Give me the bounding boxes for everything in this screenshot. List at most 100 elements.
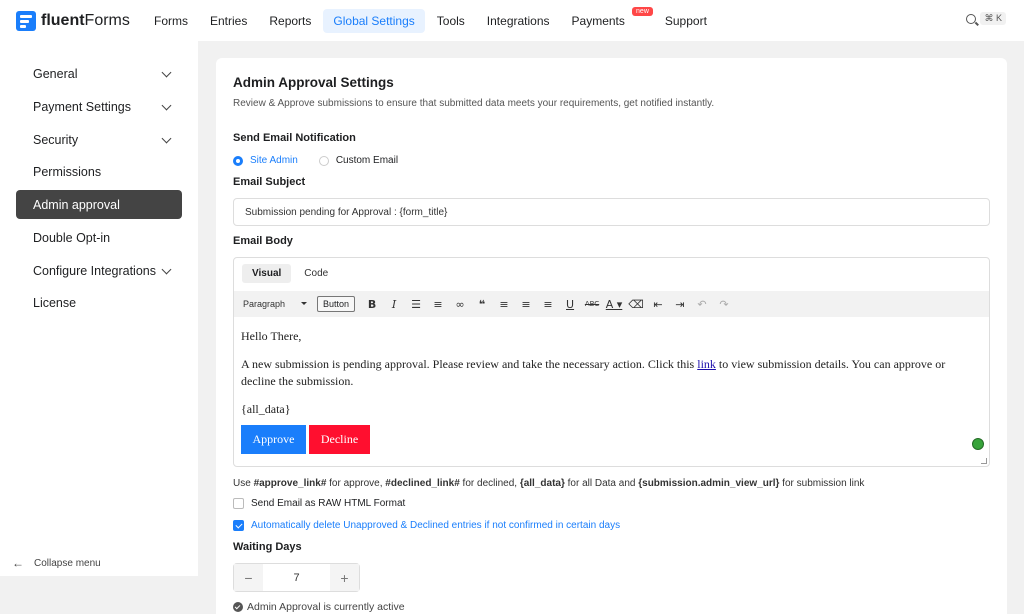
brand-name: fluentForms: [41, 11, 130, 29]
sidebar-item-label: Configure Integrations: [33, 263, 156, 278]
auto-delete-option[interactable]: Automatically delete Unapproved & Declin…: [233, 520, 620, 531]
raw-html-option[interactable]: Send Email as RAW HTML Format: [233, 498, 405, 509]
link-icon[interactable]: ∞: [449, 298, 471, 311]
custom-email-radio-label[interactable]: Custom Email: [336, 155, 398, 166]
nav-integrations[interactable]: Integrations: [477, 9, 560, 33]
bullet-list-icon[interactable]: ☰: [405, 298, 427, 311]
chevron-down-icon: [161, 100, 172, 111]
sidebar-item-admin-approval[interactable]: Admin approval: [16, 190, 182, 219]
editor-toolbar: Paragraph Button B I ☰ ≡ ∞ ❝ ≡ ≡ ≡ U ABC…: [234, 291, 989, 317]
sidebar-item-label: License: [33, 295, 77, 310]
strikethrough-icon[interactable]: ABC: [581, 300, 603, 308]
sidebar-item-label: Security: [33, 132, 79, 147]
sidebar-item-payment-settings[interactable]: Payment Settings: [16, 92, 182, 121]
send-email-label: Send Email Notification: [233, 132, 356, 144]
sidebar-item-label: Admin approval: [33, 197, 120, 212]
waiting-days-input[interactable]: 7: [263, 572, 330, 584]
sidebar-item-permissions[interactable]: Permissions: [16, 157, 182, 186]
blockquote-icon[interactable]: ❝: [471, 298, 493, 311]
align-left-icon[interactable]: ≡: [493, 298, 515, 311]
sidebar-item-label: General: [33, 66, 78, 81]
format-select-value: Paragraph: [243, 299, 286, 309]
collapse-menu-label: Collapse menu: [34, 557, 101, 569]
sidebar-item-label: Permissions: [33, 164, 102, 179]
brand-logo[interactable]: fluentForms: [16, 10, 144, 31]
insert-button-label: Button: [323, 299, 350, 309]
paragraph-format-select[interactable]: Paragraph: [238, 295, 312, 313]
arrow-left-icon: ←: [12, 556, 24, 570]
clear-formatting-icon[interactable]: ⌫: [625, 298, 647, 311]
align-center-icon[interactable]: ≡: [515, 298, 537, 311]
nav-reports[interactable]: Reports: [259, 9, 321, 33]
undo-icon[interactable]: ↶: [691, 298, 713, 311]
grammar-check-icon[interactable]: [972, 438, 984, 450]
insert-button-button[interactable]: Button: [317, 296, 356, 312]
sidebar-item-license[interactable]: License: [16, 288, 182, 317]
site-admin-radio-label[interactable]: Site Admin: [250, 155, 298, 166]
submission-link[interactable]: link: [697, 357, 716, 371]
chevron-down-icon: [161, 67, 172, 78]
nav-entries[interactable]: Entries: [200, 9, 257, 33]
decline-button[interactable]: Decline: [309, 425, 370, 454]
email-subject-value: Submission pending for Approval : {form_…: [245, 206, 448, 218]
nav-global-settings[interactable]: Global Settings: [323, 8, 425, 33]
nav-payments-label: Payments: [571, 13, 625, 28]
shortcut-hint: ⌘ K: [980, 12, 1006, 25]
custom-email-radio[interactable]: [318, 155, 329, 166]
status-text: Admin Approval is currently active: [247, 601, 405, 613]
email-action-buttons: Approve Decline: [241, 425, 981, 454]
decrement-button[interactable]: −: [234, 564, 263, 591]
settings-sidebar: General Payment Settings Security Permis…: [0, 41, 198, 576]
waiting-days-label: Waiting Days: [233, 541, 302, 553]
check-circle-icon: [233, 602, 243, 612]
page-description: Review & Approve submissions to ensure t…: [233, 98, 715, 109]
resize-handle-icon[interactable]: [981, 458, 987, 464]
editor-tabs: Visual Code: [242, 264, 338, 283]
command-search-button[interactable]: ⌘ K: [966, 12, 1006, 25]
sidebar-item-general[interactable]: General: [16, 59, 182, 88]
new-badge: new: [632, 6, 653, 16]
bold-icon[interactable]: B: [361, 298, 383, 311]
auto-delete-checkbox[interactable]: [233, 520, 244, 531]
all-data-placeholder: {all_data}: [241, 402, 291, 416]
raw-html-label[interactable]: Send Email as RAW HTML Format: [251, 498, 405, 509]
text-color-icon[interactable]: A ▾: [603, 298, 625, 311]
numbered-list-icon[interactable]: ≡: [427, 298, 449, 311]
auto-delete-label[interactable]: Automatically delete Unapproved & Declin…: [251, 520, 620, 531]
tab-code[interactable]: Code: [294, 264, 338, 283]
chevron-down-icon: [161, 133, 172, 144]
email-subject-label: Email Subject: [233, 176, 306, 188]
tab-visual[interactable]: Visual: [242, 264, 292, 283]
nav-payments[interactable]: Payments new: [562, 6, 653, 33]
redo-icon[interactable]: ↷: [713, 298, 735, 311]
underline-icon[interactable]: U: [559, 298, 581, 311]
notification-radio-group: Site Admin Custom Email: [233, 155, 398, 166]
raw-html-checkbox[interactable]: [233, 498, 244, 509]
email-greeting: Hello There,: [241, 329, 302, 343]
sidebar-item-double-opt-in[interactable]: Double Opt-in: [16, 223, 182, 252]
editor-content[interactable]: Hello There, A new submission is pending…: [241, 328, 981, 454]
search-icon: [966, 13, 977, 24]
outdent-icon[interactable]: ⇤: [647, 298, 669, 311]
admin-approval-card: Admin Approval Settings Review & Approve…: [216, 58, 1007, 614]
sidebar-item-configure-integrations[interactable]: Configure Integrations: [16, 256, 182, 285]
approval-status: Admin Approval is currently active: [233, 601, 405, 613]
collapse-menu-button[interactable]: ← Collapse menu: [12, 556, 101, 570]
waiting-days-stepper: − 7 +: [233, 563, 360, 592]
site-admin-radio[interactable]: [233, 155, 243, 166]
indent-icon[interactable]: ⇥: [669, 298, 691, 311]
approve-button[interactable]: Approve: [241, 425, 306, 454]
nav-support[interactable]: Support: [655, 9, 717, 33]
sidebar-item-security[interactable]: Security: [16, 125, 182, 154]
main-nav: Forms Entries Reports Global Settings To…: [144, 6, 717, 33]
nav-tools[interactable]: Tools: [427, 9, 475, 33]
italic-icon[interactable]: I: [383, 298, 405, 311]
chevron-down-icon: [161, 264, 172, 275]
nav-forms[interactable]: Forms: [144, 9, 198, 33]
page-title: Admin Approval Settings: [233, 75, 394, 90]
shortcode-help-text: Use #approve_link# for approve, #decline…: [233, 478, 865, 489]
email-subject-input[interactable]: Submission pending for Approval : {form_…: [233, 198, 990, 226]
increment-button[interactable]: +: [330, 564, 359, 591]
sidebar-item-label: Payment Settings: [33, 99, 131, 114]
align-right-icon[interactable]: ≡: [537, 298, 559, 311]
